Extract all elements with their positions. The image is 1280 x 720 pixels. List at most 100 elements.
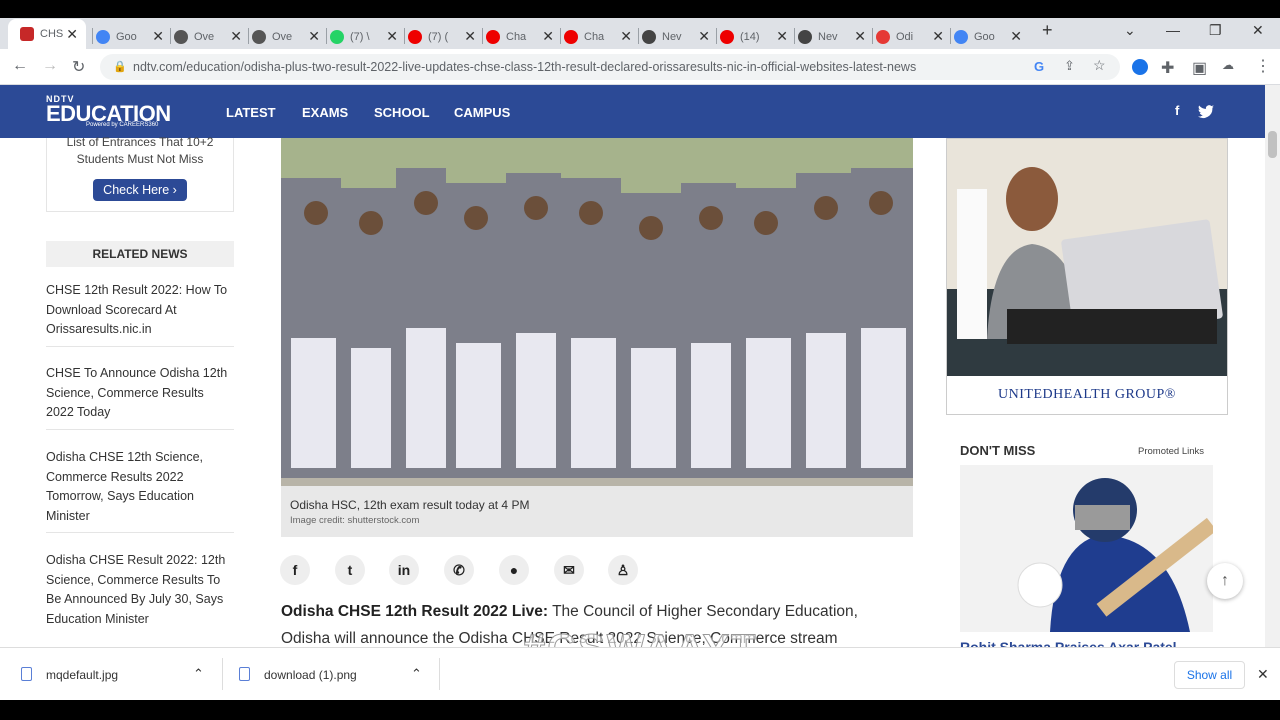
share-twitter-icon[interactable]: t (335, 555, 365, 585)
related-news-item[interactable]: CHSE To Announce Odisha 12th Science, Co… (46, 364, 234, 430)
scrollbar-thumb[interactable] (1268, 131, 1277, 158)
browser-tab[interactable]: Cha ✕ (564, 24, 632, 49)
minimize-icon[interactable]: — (1166, 22, 1180, 38)
address-bar-row: ← → ↻ 🔒 ndtv.com/education/odisha-plus-t… (0, 49, 1280, 85)
close-tab-icon[interactable]: ✕ (854, 28, 866, 45)
close-tab-icon[interactable]: ✕ (542, 28, 554, 45)
close-window-icon[interactable]: ✕ (1252, 22, 1264, 39)
browser-tab[interactable]: Ove ✕ (252, 24, 320, 49)
browser-tab[interactable]: Ove ✕ (174, 24, 242, 49)
nav-latest[interactable]: LATEST (226, 105, 276, 120)
close-tab-icon[interactable]: ✕ (776, 28, 788, 45)
webpage: NDTV EDUCATION Powered by CAREERS360 LAT… (0, 85, 1265, 647)
related-news-item[interactable]: Odisha CHSE Result 2022: 12th Science, C… (46, 551, 234, 635)
share-snapchat-icon[interactable]: ♙ (608, 555, 638, 585)
close-tab-icon[interactable]: ✕ (308, 28, 320, 45)
taskbar-strip (0, 700, 1280, 720)
tab-separator (248, 28, 249, 44)
forward-icon[interactable]: → (42, 57, 58, 75)
twitter-icon[interactable] (1198, 105, 1214, 119)
close-tab-icon[interactable]: ✕ (464, 28, 476, 45)
side-panel-icon[interactable]: ▣ (1192, 58, 1207, 78)
new-tab-icon[interactable]: + (1042, 20, 1053, 41)
nav-campus[interactable]: CAMPUS (454, 105, 510, 120)
browser-tab[interactable]: Goo ✕ (954, 24, 1022, 49)
close-tab-icon[interactable]: ✕ (386, 28, 398, 45)
tab-separator (170, 28, 171, 44)
nav-exams[interactable]: EXAMS (302, 105, 348, 120)
browser-tab[interactable]: (7) \ ✕ (330, 24, 398, 49)
extension-icon[interactable] (1132, 59, 1148, 75)
divider (222, 658, 223, 690)
share-reddit-icon[interactable]: ● (499, 555, 529, 585)
tab-label: Nev (662, 30, 682, 43)
profile-icon[interactable]: ☁ (1222, 58, 1234, 72)
tab-separator (482, 28, 483, 44)
reload-icon[interactable]: ↻ (72, 57, 85, 77)
close-tab-icon[interactable]: ✕ (66, 26, 78, 43)
page-scrollbar[interactable] (1265, 85, 1280, 647)
tab-strip: CHS ✕ Goo ✕ Ove ✕ Ove ✕ (7) \ ✕ (7) (✕ Cha ✕ Cha ✕ Ne… (0, 0, 1280, 49)
tab-label: Odi (896, 30, 914, 43)
share-icon[interactable]: ⇪ (1064, 58, 1075, 74)
share-facebook-icon[interactable]: f (280, 555, 310, 585)
share-whatsapp-icon[interactable]: ✆ (444, 555, 474, 585)
file-image-icon (21, 667, 32, 681)
ad-brand[interactable]: UNITEDHEALTH GROUP® (947, 376, 1227, 414)
download-item[interactable]: download (1).png (264, 668, 357, 682)
close-tab-icon[interactable]: ✕ (152, 28, 164, 45)
bookmark-star-icon[interactable]: ☆ (1093, 57, 1106, 74)
share-email-icon[interactable]: ✉ (554, 555, 584, 585)
check-here-button[interactable]: Check Here › (93, 179, 187, 201)
close-tab-icon[interactable]: ✕ (698, 28, 710, 45)
dont-miss-title[interactable]: Rohit Sharma Praises Axar Patel (960, 639, 1177, 647)
share-linkedin-icon[interactable]: in (389, 555, 419, 585)
url-text[interactable]: ndtv.com/education/odisha-plus-two-resul… (133, 60, 916, 74)
extensions-puzzle-icon[interactable]: ✚ (1161, 58, 1174, 78)
related-news-item[interactable]: Odisha CHSE 12th Science, Commerce Resul… (46, 448, 234, 533)
related-news-item[interactable]: CHSE 12th Result 2022: How To Download S… (46, 281, 234, 347)
google-lens-icon[interactable]: G (1034, 59, 1044, 74)
dont-miss-image[interactable] (960, 465, 1213, 632)
facebook-icon[interactable]: f (1175, 103, 1179, 118)
browser-window: CHS ✕ Goo ✕ Ove ✕ Ove ✕ (7) \ ✕ (7) (✕ Cha ✕ Cha ✕ Ne… (0, 0, 1280, 720)
browser-tab[interactable]: Goo ✕ (96, 24, 164, 49)
tab-favicon-icon (252, 29, 266, 44)
browser-tab[interactable]: Nev ✕ (642, 24, 710, 49)
tab-separator (872, 28, 873, 44)
article-hero-image (281, 138, 913, 486)
advertisement[interactable]: UNITEDHEALTH GROUP® (946, 138, 1228, 415)
tab-separator (560, 28, 561, 44)
chevron-up-icon[interactable]: ⌃ (411, 666, 422, 682)
browser-tab[interactable]: (7) (✕ (408, 24, 476, 49)
scroll-to-top-icon[interactable]: ↑ (1207, 563, 1243, 599)
promoted-links-label[interactable]: Promoted Links (1138, 446, 1204, 457)
lead-bold: Odisha CHSE 12th Result 2022 Live: (281, 603, 549, 620)
tab-separator (92, 28, 93, 44)
browser-tab[interactable]: Nev ✕ (798, 24, 866, 49)
close-tab-icon[interactable]: ✕ (932, 28, 944, 45)
tab-label: Ove (194, 30, 215, 43)
tab-active[interactable]: CHS ✕ (8, 19, 86, 49)
restore-icon[interactable]: ❐ (1209, 22, 1222, 39)
back-icon[interactable]: ← (12, 57, 28, 75)
close-tab-icon[interactable]: ✕ (620, 28, 632, 45)
nav-school[interactable]: SCHOOL (374, 105, 430, 120)
browser-tab[interactable]: Odi ✕ (876, 24, 944, 49)
image-credit: Image credit: shutterstock.com (290, 515, 420, 526)
show-all-button[interactable]: Show all (1174, 661, 1245, 689)
close-tab-icon[interactable]: ✕ (230, 28, 242, 45)
tab-search-icon[interactable]: ⌄ (1124, 22, 1136, 39)
download-item[interactable]: mqdefault.jpg (46, 668, 118, 682)
tab-favicon-icon (954, 29, 968, 44)
close-shelf-icon[interactable]: ✕ (1257, 666, 1269, 683)
tab-favicon-icon (798, 29, 812, 44)
menu-kebab-icon[interactable]: ⋮ (1255, 56, 1271, 76)
close-tab-icon[interactable]: ✕ (1010, 28, 1022, 45)
chevron-up-icon[interactable]: ⌃ (193, 666, 204, 682)
site-header: NDTV EDUCATION Powered by CAREERS360 LAT… (0, 85, 1265, 138)
browser-tab[interactable]: Cha ✕ (486, 24, 554, 49)
browser-tab[interactable]: (14) ✕ (720, 24, 788, 49)
promo-text: List of Entrances That 10+2 Students Mus… (66, 135, 214, 166)
omnibox[interactable]: 🔒 ndtv.com/education/odisha-plus-two-res… (100, 54, 1120, 80)
